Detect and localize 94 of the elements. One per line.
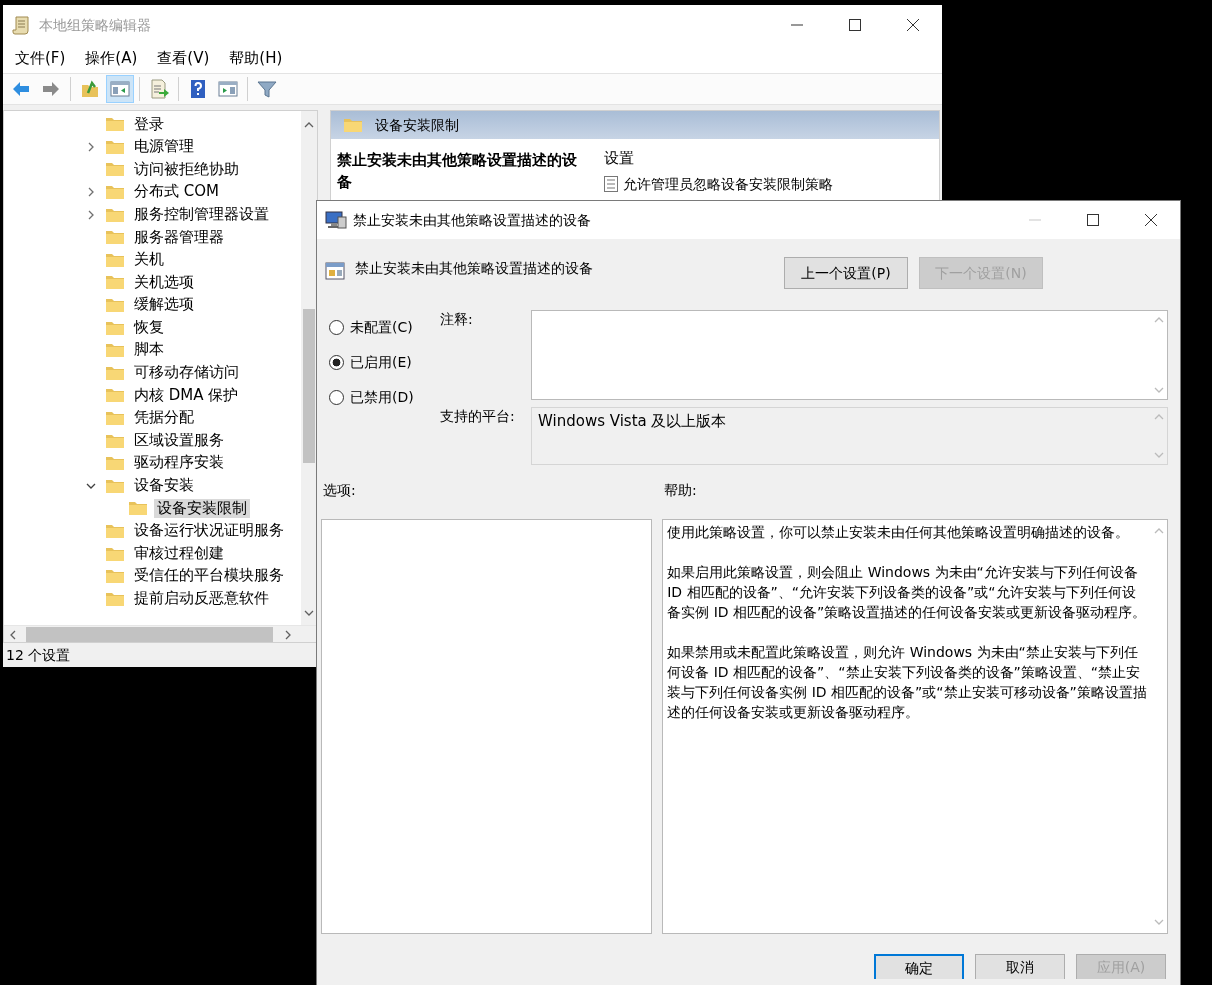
tree-item[interactable]: 关机选项 [131, 272, 197, 293]
folder-icon [105, 387, 125, 404]
folder-icon [105, 455, 125, 472]
scroll-up-icon [1154, 315, 1164, 325]
tree-item[interactable]: 内核 DMA 保护 [131, 385, 242, 406]
window-title: 本地组策略编辑器 [39, 15, 151, 35]
folder-icon [128, 500, 148, 517]
folder-icon [105, 297, 125, 314]
pane-header: 设备安装限制 [375, 115, 459, 135]
comment-field[interactable] [531, 310, 1168, 400]
horizontal-scrollbar[interactable] [4, 625, 317, 642]
column-header[interactable]: 设置 [596, 149, 939, 175]
tree-item[interactable]: 访问被拒绝协助 [131, 159, 242, 180]
tree-item[interactable]: 驱动程序安装 [131, 453, 227, 473]
scroll-left-icon [8, 629, 18, 640]
folder-icon [105, 342, 125, 359]
radio-label[interactable]: 已启用(E) [350, 353, 412, 372]
folder-icon [105, 432, 125, 449]
ok-button[interactable]: 确定 [874, 954, 964, 980]
folder-icon [105, 274, 125, 291]
folder-icon [105, 229, 125, 246]
folder-icon [105, 138, 125, 155]
folder-icon [105, 251, 125, 268]
menu-item[interactable]: 文件(F) [11, 49, 70, 69]
help-text: 使用此策略设置，你可以禁止安装未由任何其他策略设置明确描述的设备。 [667, 523, 1131, 543]
policy-icon [325, 261, 345, 281]
tree-item[interactable]: 服务器管理器 [131, 227, 227, 247]
folder-icon [105, 161, 125, 178]
tree-item[interactable]: 分布式 COM [131, 182, 222, 202]
scroll-icon [11, 15, 31, 35]
cancel-button[interactable]: 取消 [975, 954, 1065, 980]
document-icon [604, 176, 618, 193]
tree-item[interactable]: 设备安装 [131, 476, 197, 496]
tree-item[interactable]: 缓解选项 [131, 295, 197, 315]
tree-item[interactable]: 设备安装限制 [154, 498, 250, 519]
scrollbar-thumb[interactable] [26, 626, 273, 642]
folder-icon [105, 477, 125, 494]
tree-item[interactable]: 可移动存储访问 [131, 363, 242, 383]
vertical-scrollbar[interactable] [301, 111, 317, 625]
folder-icon [105, 116, 125, 133]
menu-item[interactable]: 操作(A) [81, 49, 142, 69]
tree-item[interactable]: 登录 [131, 114, 167, 135]
tree-item[interactable]: 电源管理 [131, 137, 197, 157]
field-label: 注释: [440, 310, 474, 329]
scroll-down-icon [1154, 450, 1164, 460]
tree-item[interactable]: 服务控制管理器设置 [131, 204, 272, 225]
radio-button[interactable] [329, 320, 344, 335]
scroll-up-icon [304, 120, 314, 130]
platform-field: Windows Vista 及以上版本 [531, 407, 1168, 465]
section-label: 帮助: [664, 481, 697, 500]
help-text: 如果禁用或未配置此策略设置，则允许 Windows 为未由“禁止安装与下列任何设备 ID 相匹配的设备”、“禁止安装下列设备类的设备”策略设置、“禁止安装与下列任何设备实例 ID 相匹配的设备”或“禁止安装可移动设备”策略设置描述的任何设备安装或更新设备驱动程序。 [667, 643, 1147, 723]
radio-label[interactable]: 已禁用(D) [350, 388, 414, 407]
tree-item[interactable]: 设备运行状况证明服务 [131, 521, 287, 541]
field-label: 支持的平台: [440, 407, 516, 426]
folder-icon [105, 364, 125, 381]
folder-icon [105, 184, 125, 201]
radio-label[interactable]: 未配置(C) [350, 318, 413, 337]
menu-item[interactable]: 查看(V) [153, 49, 214, 69]
window-title: 禁止安装未由其他策略设置描述的设备 [353, 210, 591, 230]
folder-icon [105, 590, 125, 607]
folder-icon [105, 523, 125, 539]
tree-item[interactable]: 审核过程创建 [131, 543, 227, 564]
tree-item[interactable]: 关机 [131, 250, 167, 270]
maximize-icon[interactable] [1087, 214, 1099, 226]
tree-item[interactable]: 区域设置服务 [131, 430, 227, 451]
radio-button[interactable] [329, 390, 344, 405]
tree-item[interactable]: 脚本 [131, 340, 167, 360]
folder-icon [105, 568, 125, 585]
close-icon[interactable] [907, 19, 919, 31]
maximize-icon[interactable] [849, 19, 861, 31]
policy-name: 禁止安装未由其他策略设置描述的设备 [355, 259, 593, 278]
close-icon[interactable] [1145, 214, 1157, 226]
help-text: 如果启用此策略设置，则会阻止 Windows 为未由“允许安装与下列任何设备 ID 相匹配的设备”、“允许安装下列设备类的设备”或“允许安装与下列任何设备实例 ID 相匹配的设备”策略设置描述的任何设备安装或更新设备驱动程序。 [667, 563, 1147, 623]
tree-item[interactable]: 恢复 [131, 317, 167, 338]
policy-title: 禁止安装未由其他策略设置描述的设备 [336, 150, 578, 193]
menu-item[interactable]: 帮助(H) [225, 49, 287, 69]
scrollbar-thumb[interactable] [303, 309, 315, 463]
scroll-down-icon [1154, 385, 1164, 395]
radio-button[interactable] [329, 355, 344, 370]
scroll-up-icon [1154, 412, 1164, 422]
folder-icon [105, 410, 125, 426]
folder-icon [105, 545, 125, 562]
status-text: 12 个设置 [6, 645, 71, 665]
scroll-right-icon [283, 629, 293, 640]
setting-row[interactable]: 允许管理员忽略设备安装限制策略 [623, 175, 833, 194]
folder-icon [105, 206, 125, 223]
tree-item[interactable]: 受信任的平台模块服务 [131, 566, 287, 586]
folder-icon [105, 319, 125, 336]
previous-setting-button[interactable]: 上一个设置(P) [784, 257, 908, 289]
computer-icon [325, 211, 347, 229]
tree-item[interactable]: 凭据分配 [131, 408, 197, 428]
section-label: 选项: [322, 481, 357, 500]
folder-icon [343, 117, 363, 133]
tree-item[interactable]: 提前启动反恶意软件 [131, 589, 272, 609]
